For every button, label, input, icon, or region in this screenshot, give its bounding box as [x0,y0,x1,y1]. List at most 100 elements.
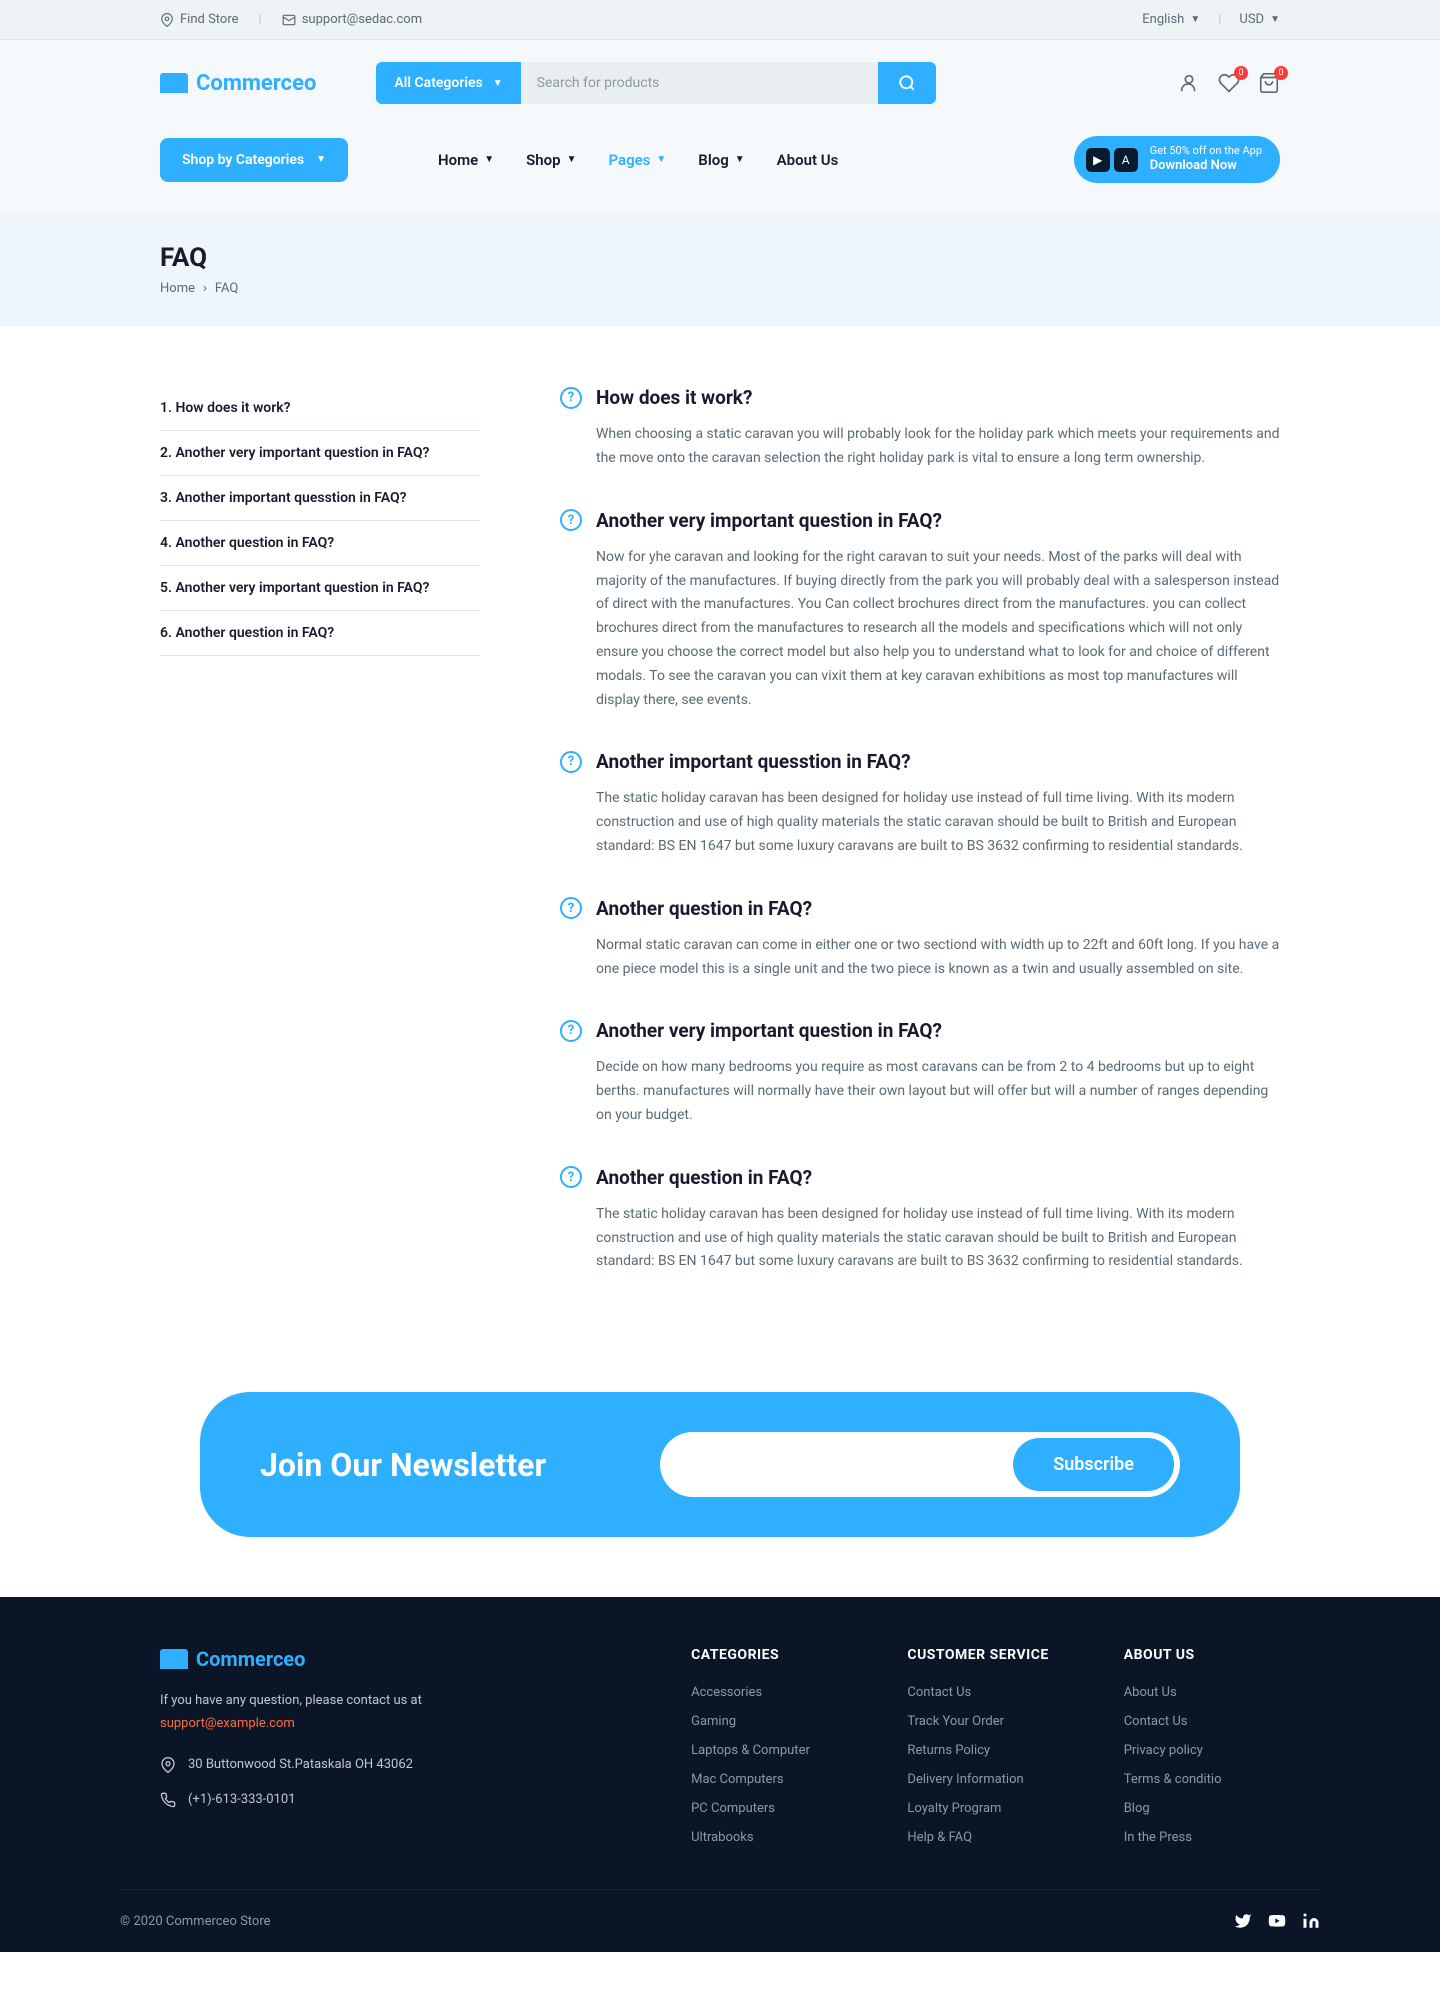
sidebar-faq-link[interactable]: 1. How does it work? [160,386,480,431]
separator: | [1218,12,1221,27]
copyright: © 2020 Commerceo Store [120,1914,271,1929]
faq-main: ?How does it work? When choosing a static… [560,386,1280,1312]
wishlist-button[interactable]: 0 [1218,72,1240,94]
footer-link[interactable]: Delivery Information [907,1772,1063,1787]
faq-item: ?Another question in FAQ?The static holi… [560,1166,1280,1274]
sidebar-faq-link[interactable]: 3. Another important quesstion in FAQ? [160,476,480,521]
footer-heading: CATEGORIES [691,1647,847,1663]
faq-answer: The static holiday caravan has been desi… [560,787,1280,858]
faq-answer: Normal static caravan can come in either… [560,934,1280,982]
footer-link[interactable]: Help & FAQ [907,1830,1063,1845]
logo-text: Commerceo [196,71,316,96]
logo-icon [160,1649,188,1669]
faq-item: ?Another question in FAQ? Normal static c… [560,897,1280,982]
footer-heading: ABOUT US [1124,1647,1280,1663]
chevron-down-icon: ▼ [1270,14,1280,25]
twitter-icon[interactable] [1234,1912,1252,1930]
footer-column: ABOUT US About Us Contact Us Privacy policy… [1124,1647,1280,1859]
footer-logo-text: Commerceo [196,1647,305,1671]
faq-item: ?How does it work? When choosing a static… [560,386,1280,471]
footer-link[interactable]: Returns Policy [907,1743,1063,1758]
sidebar-faq-link[interactable]: 5. Another very important question in FA… [160,566,480,611]
footer-link[interactable]: Ultrabooks [691,1830,847,1845]
sidebar-faq-link[interactable]: 4. Another question in FAQ? [160,521,480,566]
wishlist-badge: 0 [1234,66,1248,80]
nav-link-shop[interactable]: Shop▼ [526,151,576,169]
chevron-right-icon: › [203,281,207,296]
topbar: Find Store | support@sedac.com English ▼… [0,0,1440,40]
faq-answer: The static holiday caravan has been desi… [560,1203,1280,1274]
nav-link-label: About Us [777,151,839,169]
subscribe-button[interactable]: Subscribe [1013,1438,1174,1491]
logo[interactable]: Commerceo [160,71,316,96]
nav-link-home[interactable]: Home ▼ [438,151,494,169]
search-input[interactable] [521,62,879,104]
footer-link[interactable]: About Us [1124,1685,1280,1700]
nav-link-about-us[interactable]: About Us [777,151,839,169]
faq-question: ?How does it work? [560,386,1280,409]
footer-link[interactable]: Gaming [691,1714,847,1729]
faq-question: ?Another very important question in FAQ? [560,1019,1280,1042]
footer-link[interactable]: Terms & conditio [1124,1772,1280,1787]
footer-link[interactable]: Contact Us [1124,1714,1280,1729]
location-icon [160,1757,176,1773]
header: Commerceo All Categories ▼ 0 0 [0,40,1440,126]
app-cta-text: Download Now [1150,158,1262,175]
faq-item: ?Another very important question in FAQ?… [560,509,1280,713]
footer-heading: CUSTOMER SERVICE [907,1647,1063,1663]
chevron-down-icon: ▼ [567,154,577,165]
question-mark-icon: ? [560,751,582,773]
account-button[interactable] [1178,72,1200,94]
all-categories-button[interactable]: All Categories ▼ [376,62,520,104]
footer-link[interactable]: Loyalty Program [907,1801,1063,1816]
faq-answer: When choosing a static caravan you will … [560,423,1280,471]
app-download-banner[interactable]: ▶ A Get 50% off on the App Download Now [1074,136,1280,183]
question-mark-icon: ? [560,897,582,919]
linkedin-icon[interactable] [1302,1912,1320,1930]
footer-link[interactable]: Mac Computers [691,1772,847,1787]
support-email-label: support@sedac.com [302,12,422,27]
sidebar-faq-link[interactable]: 6. Another question in FAQ? [160,611,480,656]
footer-link[interactable]: Accessories [691,1685,847,1700]
language-selector[interactable]: English ▼ [1142,12,1200,27]
main-nav: Shop by Categories ▼ Home▼Shop▼Pages▼Blo… [0,126,1440,213]
footer-phone: (+1)-613-333-0101 [188,1790,296,1810]
footer-link[interactable]: Contact Us [907,1685,1063,1700]
footer-link[interactable]: PC Computers [691,1801,847,1816]
chevron-down-icon: ▼ [484,154,494,165]
separator: | [259,12,262,27]
user-icon [1178,72,1200,94]
nav-link-blog[interactable]: Blog▼ [698,151,744,169]
chevron-down-icon: ▼ [656,154,666,165]
nav-link-label: Blog [698,151,728,169]
shop-by-categories-button[interactable]: Shop by Categories ▼ [160,138,348,182]
breadcrumb-current: FAQ [215,281,238,296]
currency-selector[interactable]: USD ▼ [1239,12,1280,27]
footer-link[interactable]: Blog [1124,1801,1280,1816]
footer: Commerceo If you have any question, plea… [0,1597,1440,1952]
search-button[interactable] [878,62,936,104]
footer-link[interactable]: In the Press [1124,1830,1280,1845]
footer-link[interactable]: Track Your Order [907,1714,1063,1729]
nav-link-label: Home [438,151,478,169]
footer-email-link[interactable]: support@example.com [160,1716,631,1731]
find-store-link[interactable]: Find Store [160,12,239,27]
footer-column: CUSTOMER SERVICE Contact Us Track Your Ord… [907,1647,1063,1859]
chevron-down-icon: ▼ [316,154,326,165]
nav-link-pages[interactable]: Pages▼ [608,151,666,169]
breadcrumb-home[interactable]: Home [160,281,195,296]
newsletter-email-input[interactable] [666,1442,1013,1488]
language-label: English [1142,12,1184,27]
footer-column: CATEGORIES Accessories Gaming Laptops & Com… [691,1647,847,1859]
cart-badge: 0 [1274,66,1288,80]
faq-question: ?Another question in FAQ? [560,897,1280,920]
faq-answer: Now for yhe caravan and looking for the … [560,546,1280,713]
cart-button[interactable]: 0 [1258,72,1280,94]
newsletter-banner: Join Our Newsletter Subscribe [200,1392,1240,1537]
footer-logo[interactable]: Commerceo [160,1647,631,1671]
footer-link[interactable]: Privacy policy [1124,1743,1280,1758]
footer-link[interactable]: Laptops & Computer [691,1743,847,1758]
sidebar-faq-link[interactable]: 2. Another very important question in FA… [160,431,480,476]
support-email-link[interactable]: support@sedac.com [282,12,422,27]
youtube-icon[interactable] [1268,1912,1286,1930]
